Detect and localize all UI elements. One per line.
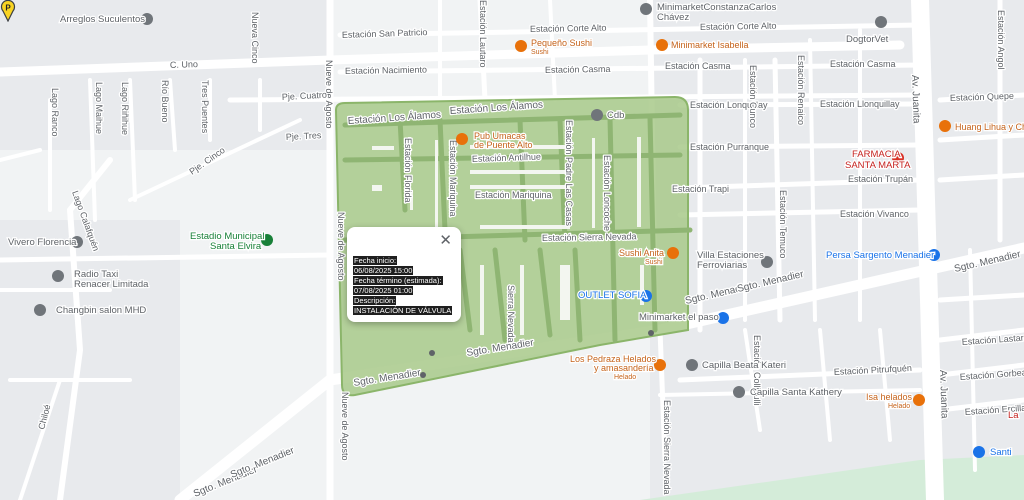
poi-label: FARMACIA [852, 149, 901, 160]
poi-label: Santi [990, 447, 1012, 458]
street-label: Estación Llonquillay [820, 99, 900, 109]
poi-label: SANTA MARTA [845, 160, 911, 171]
fecha-termino-label: Fecha término (estimada): [353, 276, 443, 285]
street-label: Estación Cunco [748, 65, 758, 128]
map-pin-icon[interactable] [52, 270, 64, 282]
poi-label: Persa Sargento Menadier [826, 250, 934, 261]
descripcion-label: Descripción: [353, 296, 397, 305]
street-label: Estación Mariquina [475, 190, 552, 200]
poi-label: Cdb [607, 110, 624, 121]
poi-label: OUTLET SOFIA [578, 290, 647, 301]
poi-label: Chávez [657, 12, 689, 23]
street-label: Estación Sierra Nevada [662, 400, 672, 495]
street-label: Estación Florida [403, 138, 413, 203]
poi-label: Changbin salon MHD [56, 305, 146, 316]
poi-label: Huang Lihua y Cheng [955, 122, 1024, 132]
restaurant-pin-icon[interactable] [515, 40, 527, 52]
map-pin-icon[interactable] [34, 304, 46, 316]
fecha-termino-value: 07/08/2025 01:00 [353, 286, 414, 295]
outage-marker-icon[interactable]: P [0, 0, 16, 22]
street-label: Nueve de Agosto [336, 212, 346, 281]
poi-label: Sushi [531, 49, 549, 56]
street-label: Estación Casma [665, 61, 731, 71]
poi-label: Vivero Florencia [8, 237, 77, 248]
poi-label: DogtorVet [846, 34, 889, 45]
street-label: Estación Purranque [690, 142, 769, 152]
poi-label: Arreglos Suculentos [60, 14, 145, 25]
street-label: Nueva Cinco [250, 12, 260, 64]
street-label: Lago Riñihue [120, 82, 130, 135]
outage-info-popup: ✕ Fecha inicio: 06/08/2025 15:00 Fecha t… [347, 227, 461, 322]
street-label: Estación Padre Las Casas [564, 120, 574, 227]
map-pin-icon[interactable] [733, 386, 745, 398]
fecha-inicio-value: 06/08/2025 15:00 [353, 266, 414, 275]
poi-label: Helado [614, 374, 636, 381]
street-label: Av. Juanita [909, 75, 922, 124]
marker-letter: P [5, 4, 11, 13]
descripcion-value: INSTALACIÓN DE VÁLVULA [353, 306, 453, 315]
street-label: Estación Mariquina [448, 140, 458, 217]
poi-label: Santa Elvira [210, 241, 262, 252]
poi-label: Pequeño Sushi [531, 38, 592, 48]
street-label: Nueve de Agosto [340, 392, 350, 461]
bus-stop-icon [648, 330, 654, 336]
street-label: Sierra Nevada [506, 285, 516, 343]
street-label: Lago Maihue [94, 82, 104, 134]
street-label: Río Bueno [160, 80, 170, 123]
map-pin-icon[interactable] [640, 3, 652, 15]
street-label: Estación Sierra Nevada [542, 231, 637, 243]
street-label: Estación Corte Alto [530, 23, 607, 34]
poi-label: Ferroviarias [697, 260, 747, 271]
poi-label: Capilla Beata Kateri [702, 360, 786, 371]
poi-label: La [1008, 410, 1019, 421]
street-label: Estación Angol [996, 10, 1006, 70]
bar-pin-icon[interactable] [456, 133, 468, 145]
poi-label: Helado [888, 403, 910, 410]
street-label: Estación Casma [830, 59, 896, 69]
shop-pin-icon[interactable] [656, 39, 668, 51]
poi-label: Capilla Santa Kathery [750, 387, 842, 398]
shop-pin-icon[interactable] [717, 312, 729, 324]
street-label: Estación Loncoche [602, 155, 612, 231]
poi-label: Minimarket Isabella [671, 40, 749, 50]
street-label: Estación Nacimiento [345, 65, 427, 76]
map-canvas[interactable]: Estación San Patricio Estación Corte Alt… [0, 0, 1024, 500]
poi-label: de Puente Alto [474, 140, 533, 150]
poi-label: y amasandería [594, 363, 654, 373]
restaurant-pin-icon[interactable] [913, 394, 925, 406]
street-label: Estación Trapi [672, 184, 729, 194]
street-label: Estación Corte Alto [700, 21, 777, 32]
map-pin-icon[interactable] [875, 16, 887, 28]
map-pin-icon[interactable] [686, 359, 698, 371]
poi-label: Minimarket el paso [639, 312, 719, 323]
poi-label: Sushi [645, 259, 663, 266]
street-label: Tres Puentes [200, 80, 210, 134]
fecha-inicio-label: Fecha inicio: [353, 256, 398, 265]
street-label: Av. Juanita [937, 370, 950, 419]
map-layer[interactable]: Estación San Patricio Estación Corte Alt… [0, 0, 1024, 500]
bus-stop-icon [420, 372, 426, 378]
street-label: C. Uno [170, 59, 198, 70]
shop-pin-icon[interactable] [973, 446, 985, 458]
poi-label: Isa helados [866, 392, 913, 402]
street-label: Lago Ranco [50, 88, 60, 137]
poi-label: Renacer Limitada [74, 279, 149, 290]
close-icon[interactable]: ✕ [439, 233, 452, 248]
street-label: Pje. Tres [286, 130, 322, 142]
street-label: Estación Casma [545, 64, 611, 75]
street-label: Estación Vivanco [840, 209, 909, 219]
shop-pin-icon[interactable] [939, 120, 951, 132]
street-label: Estación Renaico [796, 55, 806, 125]
street-label: Estación Trupán [848, 174, 913, 184]
poi-label: Sushi Anita [619, 248, 664, 258]
restaurant-pin-icon[interactable] [667, 247, 679, 259]
street-label: Estación Temuco [778, 190, 788, 258]
bus-stop-icon [429, 350, 435, 356]
map-pin-icon[interactable] [591, 109, 603, 121]
street-label: Estación Lautaro [478, 0, 488, 68]
